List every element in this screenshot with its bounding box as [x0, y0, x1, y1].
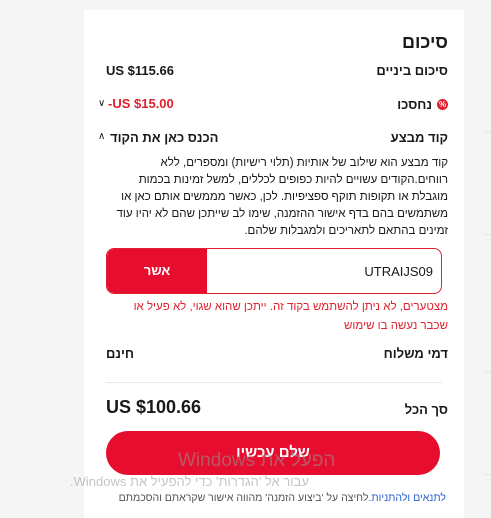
apply-button[interactable]: אשר [107, 249, 207, 293]
terms-text: לחיצה על 'ביצוע הזמנה' מהווה אישור שקראת… [118, 492, 369, 504]
promo-error-message: מצטערים, לא ניתן להשתמש בקוד זה. ייתכן ש… [133, 301, 448, 332]
chevron-up-icon[interactable]: ∧ [98, 131, 105, 142]
enter-code-link[interactable]: הכנס כאן את הקוד [110, 130, 218, 145]
promo-code-input[interactable] [215, 249, 433, 293]
saved-label: נחסכו [397, 97, 432, 112]
order-summary-panel: סיכום סיכום ביניים US $115.66 % נחסכו ∨ … [84, 10, 464, 518]
pay-now-button[interactable]: שלם עכשיו [106, 431, 440, 475]
divider [106, 382, 442, 383]
total-label: סך הכל [404, 402, 448, 417]
promo-description: קוד מבצע הוא שילוב של אותיות (תלוי רישיו… [116, 157, 448, 237]
subtotal-label: סיכום ביניים [376, 63, 448, 78]
summary-title: סיכום [402, 32, 448, 52]
terms-link[interactable]: לתנאים ולהתניות. [368, 492, 446, 504]
chevron-down-icon[interactable]: ∨ [98, 98, 105, 109]
shipping-label: דמי משלוח [383, 346, 448, 361]
adjacent-panel-edge [480, 0, 491, 518]
subtotal-value: US $115.66 [106, 63, 174, 78]
terms-notice: לתנאים ולהתניות.לחיצה על 'ביצוע הזמנה' מ… [106, 490, 446, 506]
total-value: US $100.66 [106, 397, 202, 417]
saved-value: -US $15.00 [108, 96, 174, 111]
promo-code-field: אשר [106, 248, 442, 294]
promo-code-label: קוד מבצע [390, 130, 448, 145]
discount-icon: % [437, 99, 448, 110]
shipping-value: חינם [106, 346, 134, 361]
